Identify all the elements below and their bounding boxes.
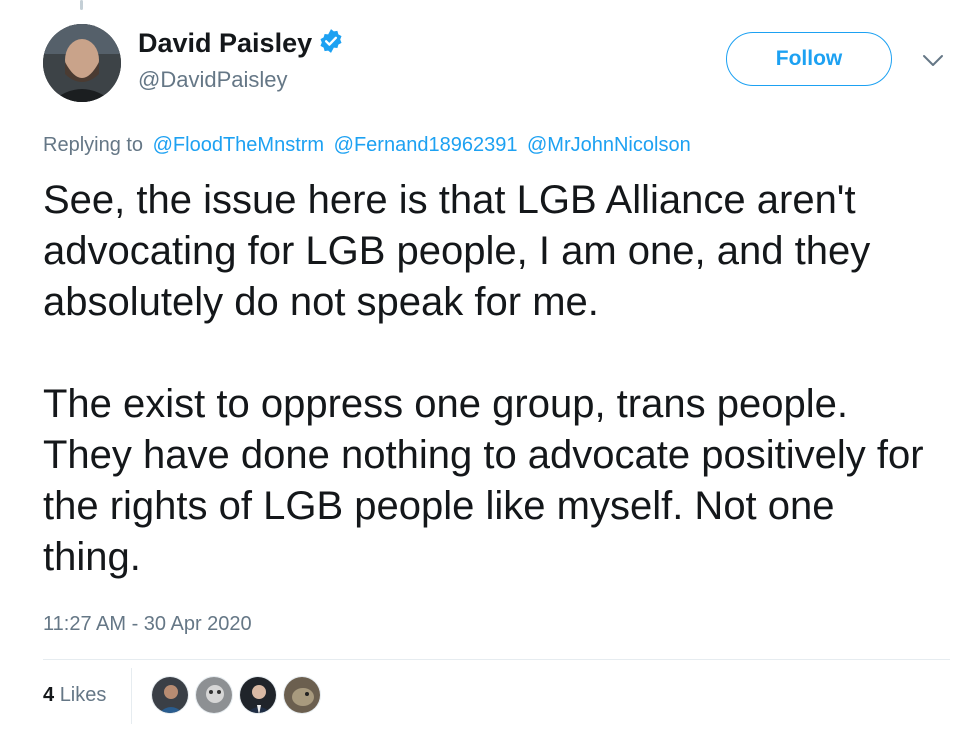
chevron-down-icon[interactable]: [921, 52, 945, 70]
author-handle[interactable]: @DavidPaisley: [138, 67, 344, 93]
likes-number: 4: [43, 684, 55, 706]
tweet-text: See, the issue here is that LGB Alliance…: [43, 175, 943, 583]
verified-badge-icon: [318, 28, 344, 59]
mention-link[interactable]: @FloodTheMnstrm: [153, 134, 324, 156]
tweet-header: David Paisley @DavidPaisley Follow: [43, 22, 943, 104]
likes-count[interactable]: 4 Likes: [43, 684, 106, 707]
tweet-paragraph: The exist to oppress one group, trans pe…: [43, 382, 924, 579]
profile-photo-icon: [43, 24, 121, 102]
author-avatar[interactable]: [43, 24, 121, 102]
author-display-name[interactable]: David Paisley: [138, 28, 312, 59]
liker-avatar-icon[interactable]: [195, 676, 233, 714]
author-names: David Paisley @DavidPaisley: [138, 28, 344, 93]
liker-avatar-icon[interactable]: [151, 676, 189, 714]
tweet-timestamp[interactable]: 11:27 AM - 30 Apr 2020: [43, 613, 252, 636]
liker-avatar-icon[interactable]: [283, 676, 321, 714]
replying-to-prefix: Replying to: [43, 134, 144, 156]
likes-label: Likes: [59, 684, 107, 706]
replying-to-line: Replying to @FloodTheMnstrm @Fernand1896…: [43, 134, 691, 157]
follow-button[interactable]: Follow: [726, 32, 892, 86]
thread-connector-line: [80, 0, 83, 10]
vertical-divider: [131, 668, 132, 724]
divider: [43, 659, 950, 660]
tweet-paragraph: See, the issue here is that LGB Alliance…: [43, 178, 871, 324]
mention-link[interactable]: @MrJohnNicolson: [527, 134, 691, 156]
mention-link[interactable]: @Fernand18962391: [334, 134, 518, 156]
liker-avatars: [151, 676, 327, 714]
liker-avatar-icon[interactable]: [239, 676, 277, 714]
